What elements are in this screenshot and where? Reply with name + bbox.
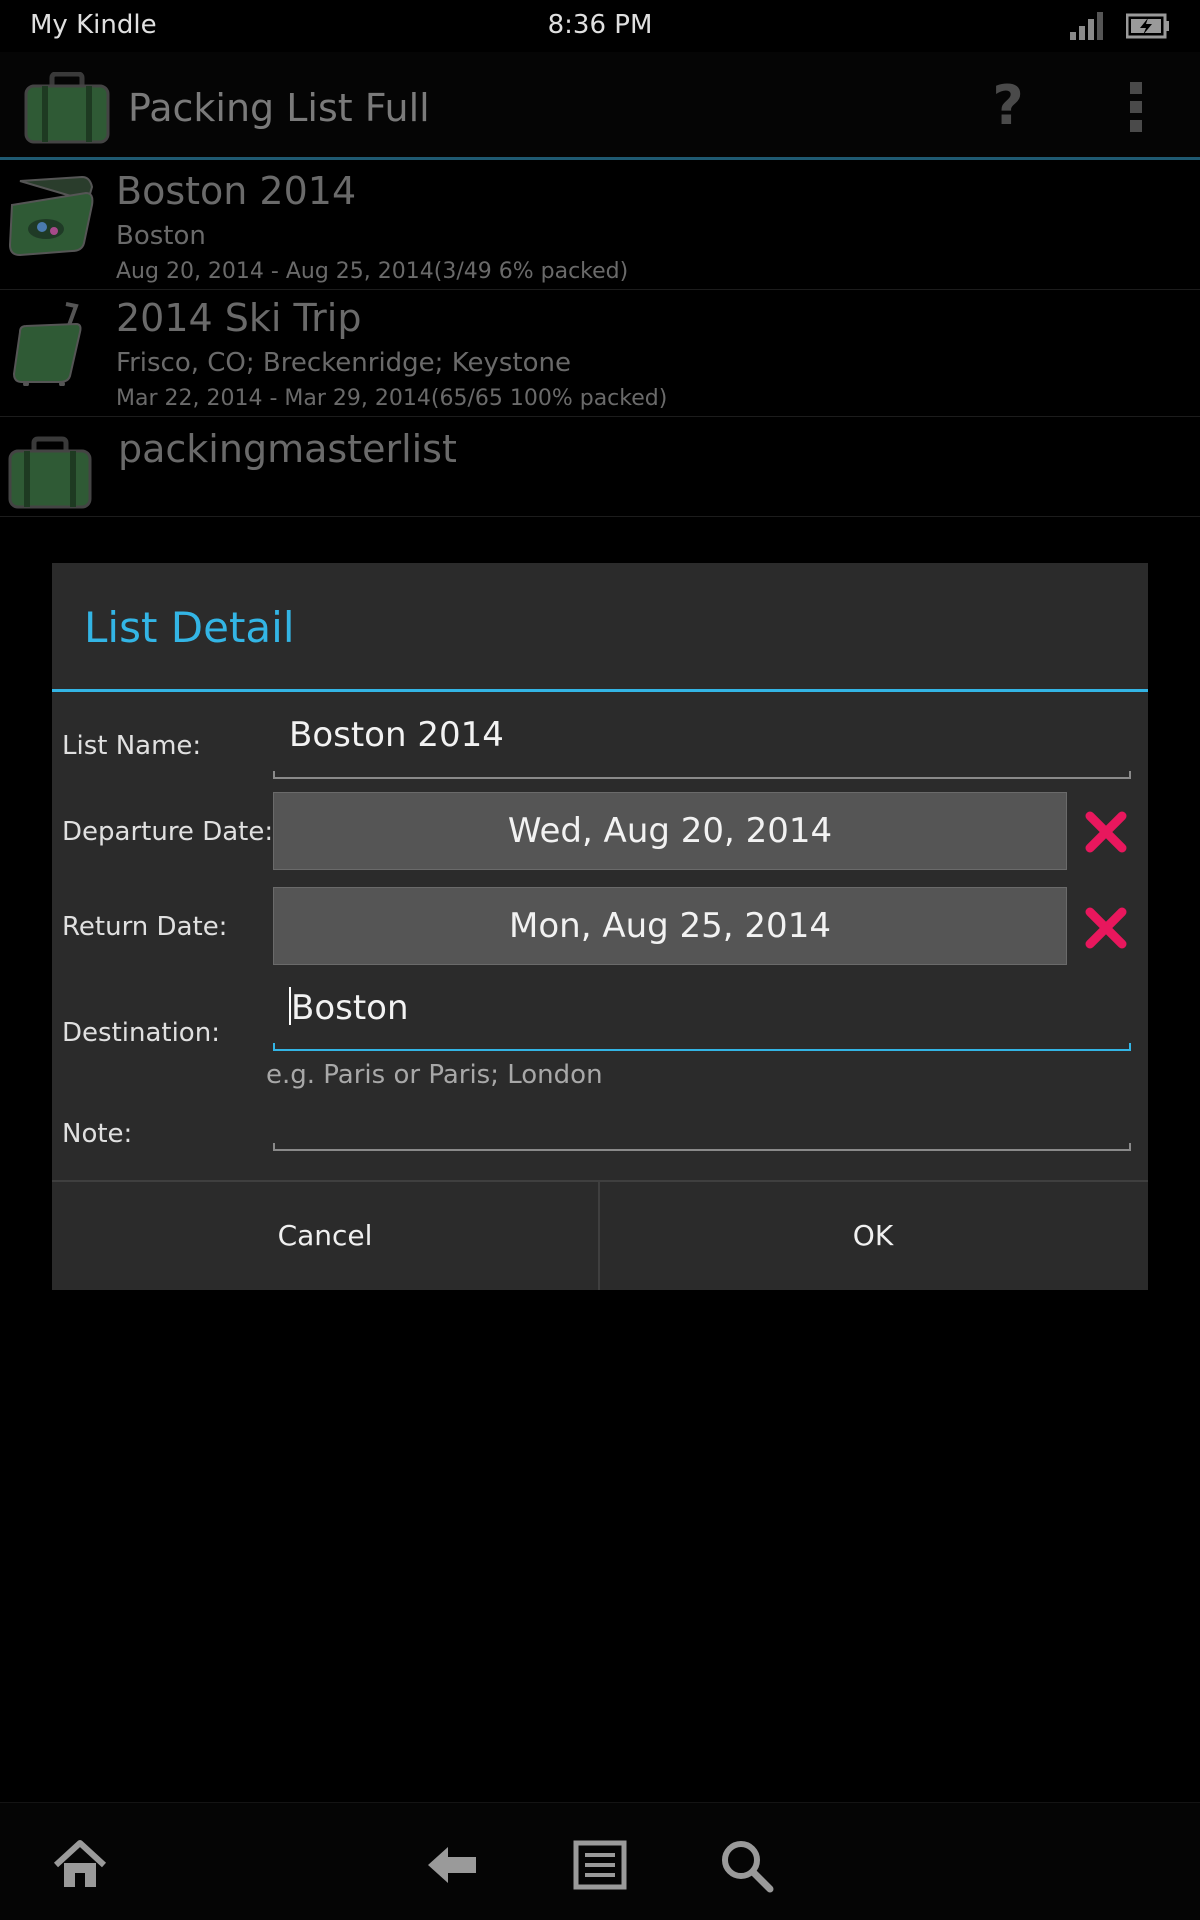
action-bar: Packing List Full ? bbox=[0, 52, 1200, 160]
list-name-label: List Name: bbox=[62, 731, 202, 761]
destination-value: Boston bbox=[291, 988, 409, 1028]
list-detail-dialog: List Detail List Name: Boston 2014 Depar… bbox=[52, 563, 1148, 1290]
suitcase-icon bbox=[8, 436, 92, 509]
packing-list: Boston 2014 Boston Aug 20, 2014 - Aug 25… bbox=[0, 163, 1200, 517]
list-item-packingmasterlist[interactable]: packingmasterlist bbox=[0, 417, 1200, 517]
cancel-button[interactable]: Cancel bbox=[52, 1182, 598, 1290]
departure-date-button[interactable]: Wed, Aug 20, 2014 bbox=[273, 792, 1067, 870]
open-suitcase-icon bbox=[8, 175, 94, 257]
overflow-menu-icon[interactable] bbox=[1120, 82, 1152, 132]
clear-departure-icon[interactable] bbox=[1084, 810, 1128, 854]
suitcase-icon bbox=[24, 72, 110, 144]
list-name: packingmasterlist bbox=[118, 427, 457, 471]
list-item-2014-ski-trip[interactable]: 2014 Ski Trip Frisco, CO; Breckenridge; … bbox=[0, 290, 1200, 417]
list-dates: Aug 20, 2014 - Aug 25, 2014(3/49 6% pack… bbox=[116, 259, 629, 284]
note-label: Note: bbox=[62, 1119, 133, 1149]
return-date-button[interactable]: Mon, Aug 25, 2014 bbox=[273, 887, 1067, 965]
rolling-suitcase-icon bbox=[12, 302, 82, 386]
clear-return-icon[interactable] bbox=[1084, 906, 1128, 950]
list-name: Boston 2014 bbox=[116, 169, 357, 213]
note-field[interactable] bbox=[273, 1103, 1131, 1151]
list-name-field[interactable]: Boston 2014 bbox=[273, 715, 1131, 779]
list-dates: Mar 22, 2014 - Mar 29, 2014(65/65 100% p… bbox=[116, 386, 668, 411]
nav-bar bbox=[0, 1802, 1200, 1920]
status-bar: My Kindle 8:36 PM bbox=[0, 0, 1200, 52]
list-name: 2014 Ski Trip bbox=[116, 296, 362, 340]
ok-button[interactable]: OK bbox=[600, 1182, 1146, 1290]
dialog-title: List Detail bbox=[84, 603, 295, 652]
back-icon[interactable] bbox=[424, 1837, 480, 1893]
dialog-title-divider bbox=[52, 689, 1148, 692]
return-date-label: Return Date: bbox=[62, 912, 228, 942]
list-name-value: Boston 2014 bbox=[289, 715, 504, 755]
clock: 8:36 PM bbox=[547, 10, 653, 40]
list-destination: Frisco, CO; Breckenridge; Keystone bbox=[116, 348, 571, 378]
help-button[interactable]: ? bbox=[988, 74, 1028, 138]
search-icon[interactable] bbox=[718, 1837, 774, 1893]
list-destination: Boston bbox=[116, 221, 206, 251]
home-icon[interactable] bbox=[52, 1837, 108, 1893]
battery-charging-icon bbox=[1126, 13, 1169, 39]
destination-field[interactable]: Boston bbox=[273, 987, 1131, 1051]
menu-icon[interactable] bbox=[572, 1837, 628, 1893]
app-title: Packing List Full bbox=[128, 86, 430, 130]
departure-date-label: Departure Date: bbox=[62, 817, 274, 847]
destination-hint: e.g. Paris or Paris; London bbox=[266, 1060, 603, 1090]
list-item-boston-2014[interactable]: Boston 2014 Boston Aug 20, 2014 - Aug 25… bbox=[0, 163, 1200, 290]
destination-label: Destination: bbox=[62, 1018, 220, 1048]
signal-icon bbox=[1070, 12, 1103, 40]
